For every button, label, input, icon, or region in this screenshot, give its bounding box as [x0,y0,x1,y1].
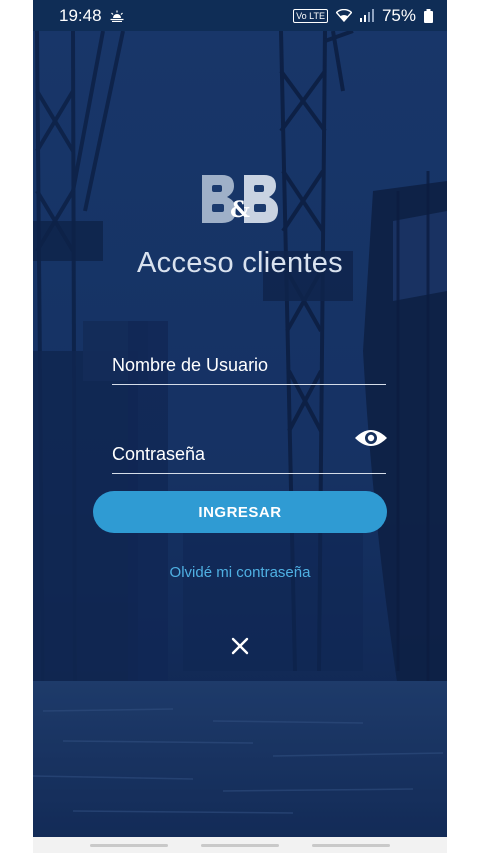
sunrise-icon [110,10,124,22]
nav-home[interactable] [200,843,279,847]
battery-percent: 75% [381,5,416,25]
status-bar: 19:48 Vo LTE 75% [33,0,447,31]
nav-recent-apps[interactable] [89,843,168,847]
phone-screen: 19:48 Vo LTE 75% & Acceso clientes Nombr… [33,0,447,853]
volte-icon: Vo LTE [293,8,328,23]
username-field[interactable]: Nombre de Usuario [112,345,386,385]
nav-back[interactable] [312,843,391,847]
close-icon[interactable] [229,635,251,657]
svg-text:&: & [230,197,250,223]
status-time: 19:48 [59,5,102,25]
status-right: Vo LTE 75% [293,6,433,26]
forgot-password-link[interactable]: Olvidé mi contraseña [33,564,447,581]
bb-logo: & [202,175,278,223]
password-label: Contraseña [112,444,206,464]
navigation-bar [33,837,447,853]
password-field[interactable]: Contraseña [112,430,387,474]
status-left: 19:48 [59,6,124,26]
battery-icon [424,8,433,23]
login-button[interactable]: INGRESAR [93,491,387,533]
username-label: Nombre de Usuario [112,355,269,375]
show-password-eye-icon[interactable] [354,427,388,449]
signal-icon [359,9,374,22]
wifi-icon [335,9,352,22]
page-title: Acceso clientes [137,247,343,279]
login-screen: & Acceso clientes Nombre de Usuario Cont… [33,31,447,837]
